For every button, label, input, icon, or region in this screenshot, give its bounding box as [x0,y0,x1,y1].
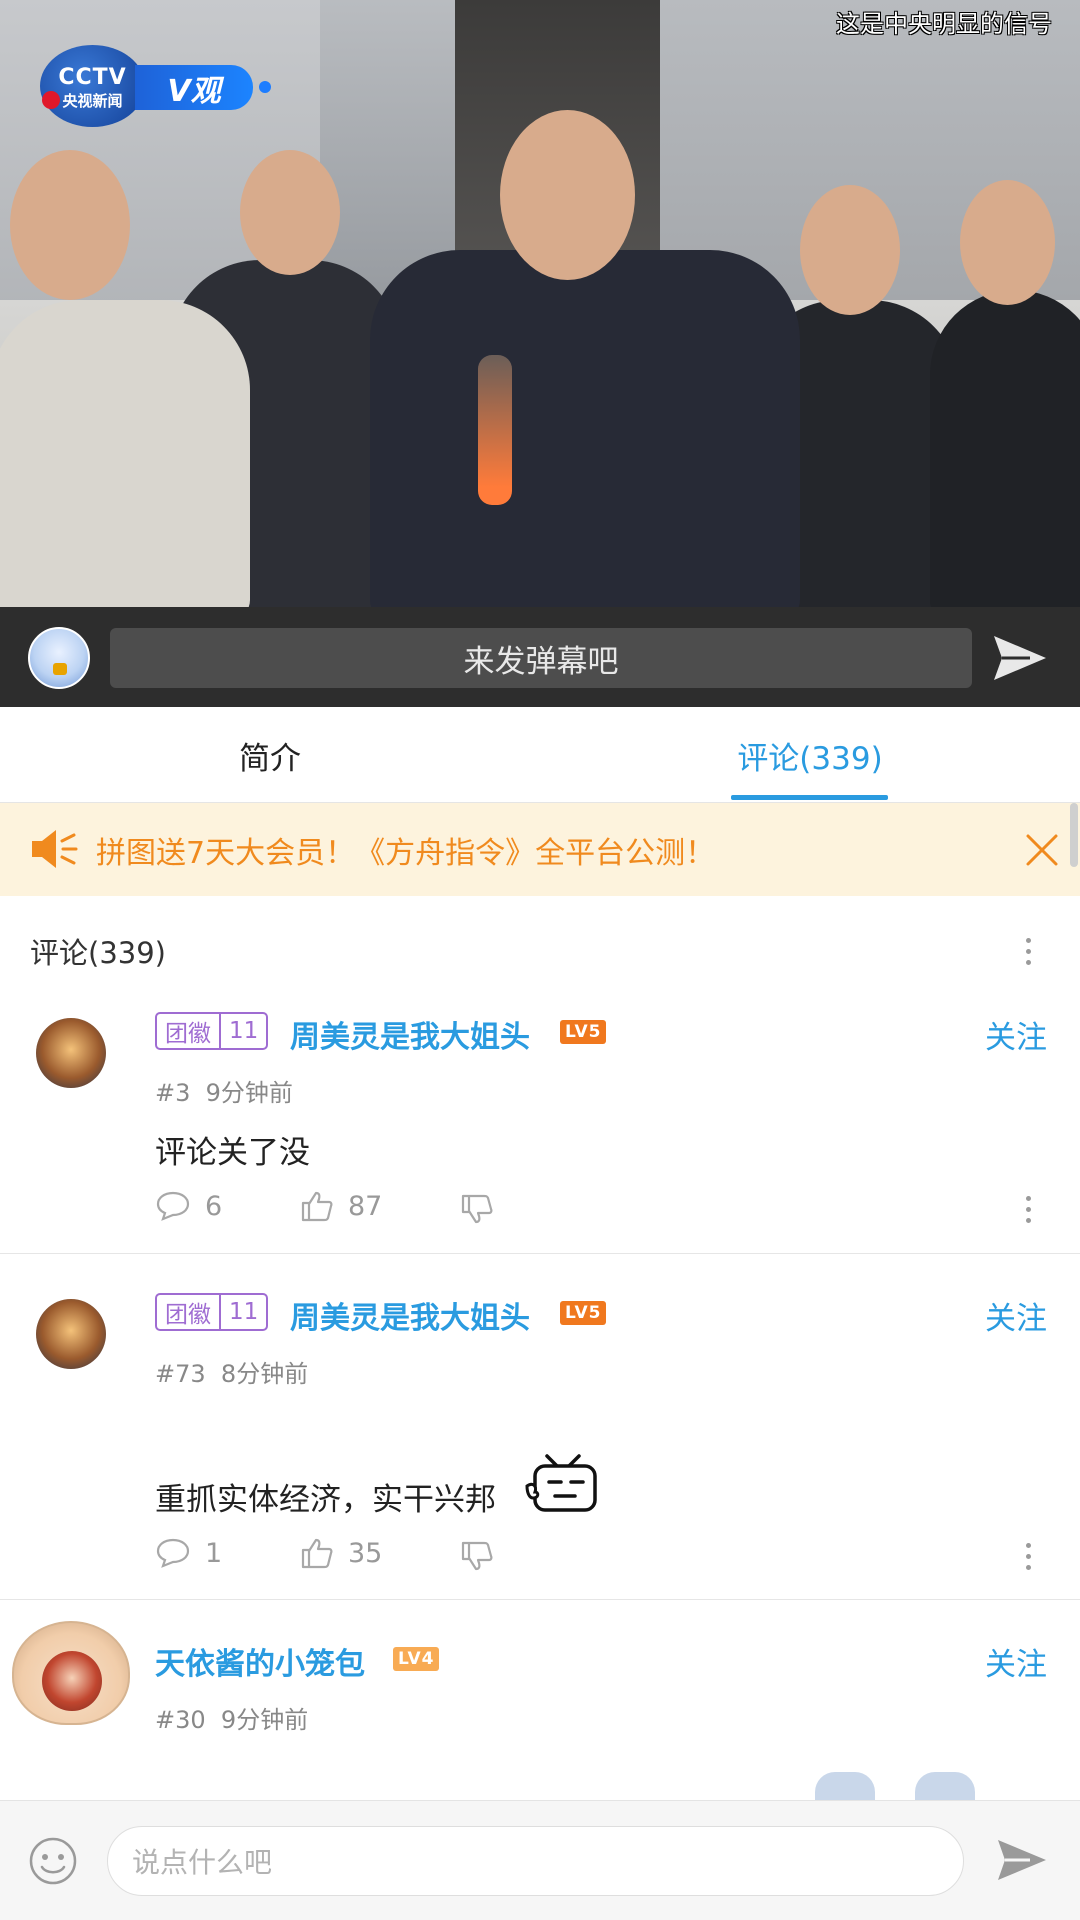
comment-text: 评论关了没 [155,1135,310,1171]
username[interactable]: 天依酱的小笼包 [155,1639,365,1683]
program-tag-dot [259,81,271,93]
comment-time: 8分钟前 [220,1360,309,1388]
scrollbar[interactable] [1070,803,1078,867]
channel-logo: CCTV 央视新闻 [40,45,145,127]
speaker-icon [32,830,78,868]
avatar[interactable] [36,1299,106,1369]
username[interactable]: 周美灵是我大姐头 [290,1293,530,1337]
more-vertical-icon[interactable] [1024,1196,1032,1226]
comment-time: 9分钟前 [220,1706,309,1734]
dislike-button[interactable] [460,1193,508,1225]
program-tag: V观 [135,65,253,110]
floor-number: #30 [155,1706,206,1734]
comment-text: 重抓实体经济，实干兴邦 [155,1482,496,1518]
live-dot [42,91,60,109]
video-person [240,150,340,275]
sticker-image [815,1772,875,1802]
tab-intro[interactable]: 简介 [170,707,370,803]
level-badge: LV5 [560,1020,607,1044]
notice-text[interactable]: 拼图送7天大会员！《方舟指令》全平台公测！ [96,803,715,896]
like-button[interactable]: 87 [300,1190,382,1222]
tab-comments[interactable]: 评论(339) [730,707,890,803]
thumbs-down-icon [461,1194,493,1224]
follow-button[interactable]: 关注 [985,1012,1047,1057]
danmaku-input[interactable]: 来发弹幕吧 [110,628,972,688]
floor-number: #73 [155,1360,206,1388]
thumbs-down-icon [461,1541,493,1571]
emoji-icon[interactable] [28,1836,78,1886]
reply-count: 1 [205,1537,223,1569]
follow-button[interactable]: 关注 [985,1639,1047,1684]
tv-emoji-icon [525,1454,597,1512]
like-count: 87 [348,1190,383,1222]
fan-badge[interactable]: 团徽 11 [155,1293,269,1331]
active-tab-indicator [731,795,888,800]
more-vertical-icon[interactable] [1024,1543,1032,1573]
follow-button[interactable]: 关注 [985,1293,1047,1338]
comment-meta: #30 9分钟前 [155,1700,308,1735]
send-icon[interactable] [990,632,1050,684]
comment-time: 9分钟前 [205,1079,293,1107]
video-person [370,250,800,607]
microphone [478,355,512,505]
video-person [800,185,900,315]
thumbs-up-icon [301,1191,333,1222]
comment-meta: #73 8分钟前 [155,1354,308,1389]
fan-badge-level: 11 [229,1018,259,1044]
comment-input[interactable]: 说点什么吧 [107,1826,964,1896]
like-button[interactable]: 35 [300,1537,382,1569]
avatar[interactable] [36,1018,106,1088]
comment-bubble-icon [156,1191,190,1221]
like-count: 35 [348,1537,383,1569]
dislike-button[interactable] [460,1540,508,1572]
fan-badge-name: 团徽 [157,1295,221,1329]
reply-button[interactable]: 1 [155,1537,222,1569]
channel-logo-text: CCTV [58,65,127,90]
comments-title: 评论(339) [30,936,166,970]
comment-bubble-icon [156,1538,190,1568]
comment-divider [0,1599,1080,1600]
video-player[interactable]: CCTV 央视新闻 V观 这是中央明显的信号 [0,0,1080,607]
avatar[interactable] [12,1621,130,1725]
tab-bar: 简介 评论(339) [0,707,1080,803]
user-avatar[interactable] [28,627,90,689]
video-person [0,300,250,607]
fan-badge[interactable]: 团徽 11 [155,1012,269,1050]
reply-count: 6 [205,1190,223,1222]
level-badge: LV4 [393,1647,440,1671]
reply-button[interactable]: 6 [155,1190,222,1222]
comment-divider [0,1253,1080,1254]
danmaku-caption: 这是中央明显的信号 [836,10,1052,38]
fan-badge-level: 11 [229,1299,259,1325]
close-icon[interactable] [1025,833,1059,867]
username[interactable]: 周美灵是我大姐头 [290,1012,530,1056]
level-badge: LV5 [560,1301,607,1325]
send-icon[interactable] [994,1836,1050,1884]
video-person [960,180,1055,305]
comment-meta: #3 9分钟前 [155,1073,293,1108]
thumbs-up-icon [301,1538,333,1569]
video-person [930,290,1080,607]
sticker-image [915,1772,975,1802]
more-vertical-icon[interactable] [1024,938,1032,968]
video-person [10,150,130,300]
video-person [500,110,635,280]
floor-number: #3 [155,1079,191,1107]
fan-badge-name: 团徽 [157,1014,221,1048]
